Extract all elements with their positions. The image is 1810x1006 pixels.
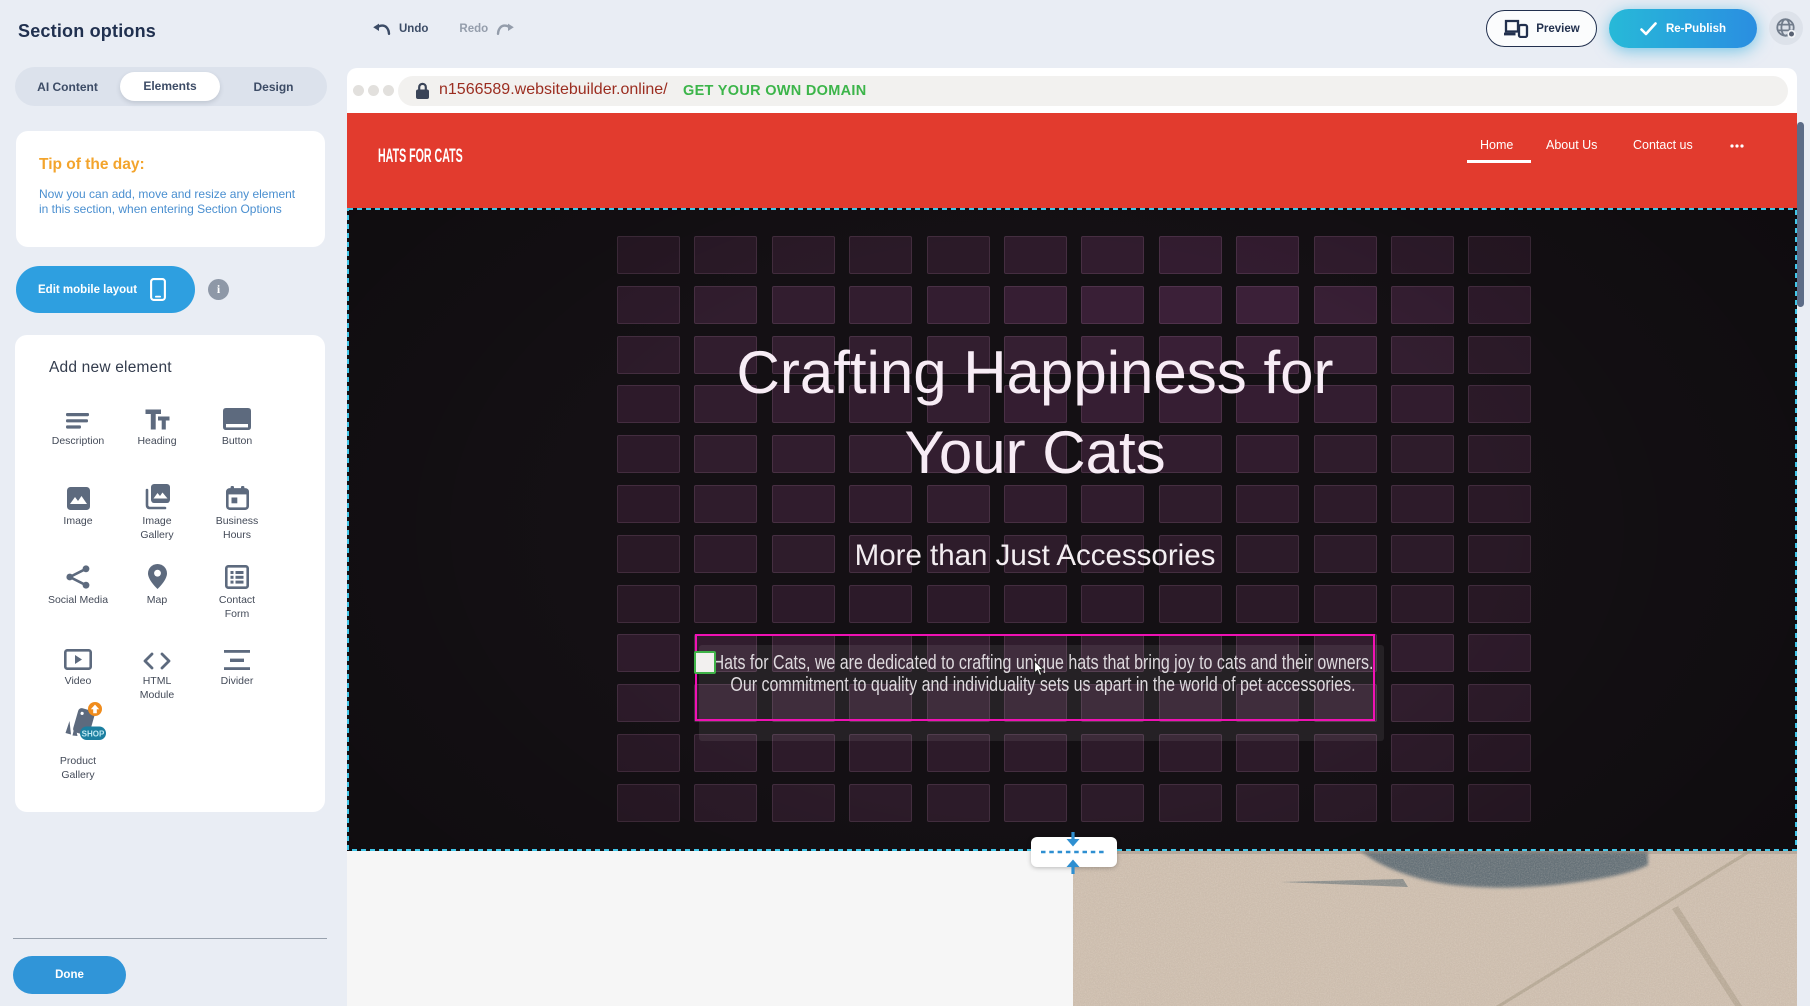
svg-text:SHOP: SHOP (82, 729, 105, 738)
